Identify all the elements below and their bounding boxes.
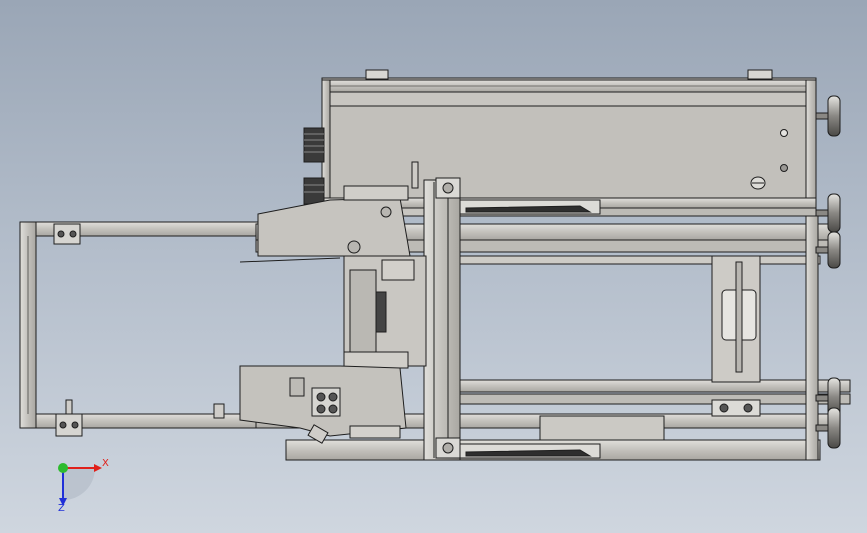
leveling-foot bbox=[827, 193, 841, 233]
mounting-tab bbox=[747, 69, 773, 80]
hex-nut bbox=[289, 377, 305, 397]
center-block bbox=[349, 269, 377, 361]
hole bbox=[780, 129, 788, 137]
mounting-tab bbox=[365, 69, 389, 80]
right-post bbox=[805, 79, 817, 217]
long-rail bbox=[429, 393, 851, 405]
graphics-viewport[interactable]: X Z bbox=[0, 0, 867, 533]
leveling-foot bbox=[827, 95, 841, 137]
motor-base bbox=[711, 399, 761, 417]
bracket bbox=[343, 351, 409, 369]
slot bbox=[375, 291, 387, 333]
spring-pin bbox=[411, 161, 419, 189]
bolt-head bbox=[213, 403, 225, 419]
leveling-foot bbox=[827, 231, 841, 269]
assembly-model[interactable] bbox=[0, 0, 867, 533]
housing-cover-plate bbox=[329, 105, 807, 199]
gantry-column bbox=[423, 179, 461, 461]
connector bbox=[349, 425, 401, 439]
x-axis-label: X bbox=[102, 458, 109, 469]
gear-block bbox=[303, 127, 325, 163]
gear-block bbox=[303, 177, 325, 205]
long-rail bbox=[429, 379, 851, 393]
motor-shaft bbox=[735, 261, 743, 373]
fastener bbox=[780, 164, 788, 172]
leveling-foot bbox=[827, 407, 841, 449]
z-axis-label: Z bbox=[58, 503, 65, 514]
carriage-block bbox=[343, 185, 409, 201]
screw-stem bbox=[65, 399, 73, 415]
long-rail bbox=[429, 255, 821, 265]
bracket bbox=[381, 259, 415, 281]
lower-plate bbox=[539, 415, 665, 441]
